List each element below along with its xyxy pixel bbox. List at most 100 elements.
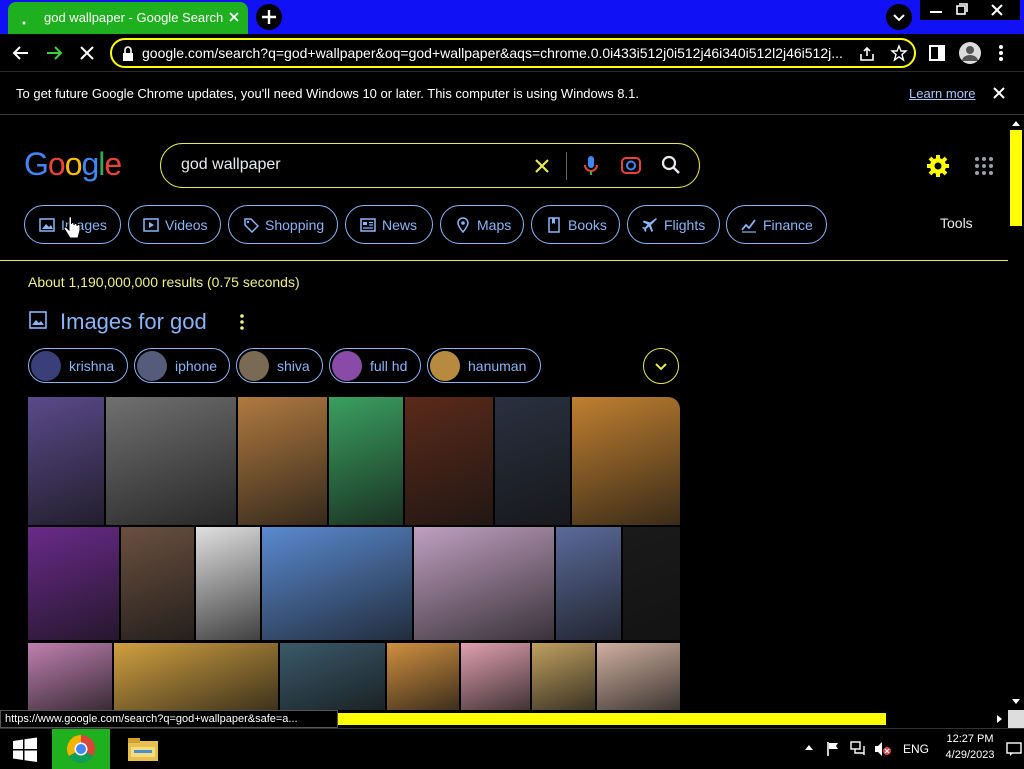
new-tab-button[interactable] <box>256 4 282 30</box>
kebab-menu-icon[interactable] <box>236 312 248 332</box>
profile-button[interactable] <box>958 41 982 65</box>
chip-label: Flights <box>664 217 706 233</box>
chip-shopping[interactable]: Shopping <box>228 205 338 244</box>
star-icon[interactable] <box>890 44 908 62</box>
image-thumbnail[interactable] <box>495 397 570 525</box>
filter-thumbnail <box>239 351 269 381</box>
image-thumbnail[interactable] <box>532 643 595 710</box>
scroll-down-arrow-icon[interactable] <box>1010 697 1022 707</box>
image-thumbnail[interactable] <box>28 527 119 640</box>
share-icon[interactable] <box>858 45 876 63</box>
side-panel-button[interactable] <box>928 44 946 62</box>
image-thumbnail[interactable] <box>238 397 327 525</box>
image-thumbnail[interactable] <box>114 643 278 710</box>
image-icon <box>39 218 55 232</box>
camera-lens-icon[interactable] <box>620 155 642 175</box>
taskbar-chrome-button[interactable] <box>52 729 110 769</box>
microphone-icon[interactable] <box>583 155 599 177</box>
results-stats: About 1,190,000,000 results (0.75 second… <box>28 274 300 290</box>
learn-more-link[interactable]: Learn more <box>909 86 975 101</box>
filter-thumbnail <box>31 351 61 381</box>
notifications-icon[interactable] <box>1006 741 1022 757</box>
chip-videos[interactable]: Videos <box>128 205 221 244</box>
image-thumbnail[interactable] <box>461 643 530 710</box>
filter-full-hd[interactable]: full hd <box>329 348 421 383</box>
image-thumbnail[interactable] <box>121 527 194 640</box>
filter-label: full hd <box>370 358 408 374</box>
clock-date[interactable]: 4/29/2023 <box>942 749 998 761</box>
google-logo[interactable]: Google <box>24 146 122 183</box>
image-thumbnail[interactable] <box>28 643 112 710</box>
close-tab-icon[interactable] <box>226 9 242 25</box>
close-icon[interactable] <box>991 85 1007 101</box>
lock-icon <box>123 46 133 61</box>
file-explorer-icon[interactable] <box>126 735 160 763</box>
image-thumbnail[interactable] <box>387 643 459 710</box>
chip-flights[interactable]: Flights <box>627 205 720 244</box>
filter-shiva[interactable]: shiva <box>236 348 323 383</box>
vertical-scroll-thumb[interactable] <box>1010 130 1022 226</box>
gear-icon <box>927 155 949 177</box>
filter-thumbnail <box>430 351 460 381</box>
settings-button[interactable] <box>926 154 950 178</box>
image-thumbnail[interactable] <box>405 397 493 525</box>
forward-button[interactable] <box>43 42 65 64</box>
chip-books[interactable]: Books <box>531 205 620 244</box>
clock-time[interactable]: 12:27 PM <box>944 733 996 745</box>
chip-news[interactable]: News <box>345 205 433 244</box>
image-thumbnail[interactable] <box>262 527 412 640</box>
image-thumbnail[interactable] <box>329 397 403 525</box>
search-icon[interactable] <box>661 155 681 175</box>
network-icon[interactable] <box>850 741 868 757</box>
video-icon <box>143 218 159 232</box>
filter-krishna[interactable]: krishna <box>28 348 128 383</box>
avatar-icon <box>959 42 981 64</box>
tools-button[interactable]: Tools <box>940 215 973 231</box>
image-thumbnail[interactable] <box>572 397 680 525</box>
chip-label: Finance <box>763 217 813 233</box>
address-bar[interactable]: google.com/search?q=god+wallpaper&oq=god… <box>110 38 916 68</box>
google-apps-button[interactable] <box>974 156 994 176</box>
book-icon <box>548 217 560 233</box>
filter-iphone[interactable]: iphone <box>134 348 230 383</box>
divider <box>566 152 567 180</box>
filter-hanuman[interactable]: hanuman <box>427 348 541 383</box>
chip-maps[interactable]: Maps <box>440 205 524 244</box>
image-thumbnail[interactable] <box>106 397 236 525</box>
image-thumbnail[interactable] <box>28 397 104 525</box>
pin-icon <box>457 217 469 233</box>
browser-menu-button[interactable] <box>993 42 1009 64</box>
image-thumbnail[interactable] <box>597 643 680 710</box>
window-close-button[interactable] <box>974 0 1020 20</box>
loading-icon <box>22 21 26 25</box>
image-thumbnail[interactable] <box>623 527 680 640</box>
tab-search-button[interactable] <box>886 4 912 30</box>
windows-start-icon[interactable] <box>12 737 38 763</box>
chip-finance[interactable]: Finance <box>726 205 827 244</box>
image-thumbnail[interactable] <box>280 643 385 710</box>
expand-filters-button[interactable] <box>643 348 679 384</box>
volume-muted-icon[interactable] <box>874 741 892 757</box>
taskbar: ENG 12:27 PM 4/29/2023 <box>0 728 1024 769</box>
scroll-up-arrow-icon[interactable] <box>1010 118 1022 128</box>
chevron-up-icon[interactable] <box>804 743 814 753</box>
browser-tab[interactable]: god wallpaper - Google Search <box>8 2 248 34</box>
filter-label: krishna <box>69 358 115 374</box>
clear-icon[interactable] <box>533 157 551 175</box>
finance-icon <box>741 219 756 233</box>
horizontal-scroll-thumb[interactable] <box>338 713 886 725</box>
image-thumbnail[interactable] <box>556 527 621 640</box>
flag-icon[interactable] <box>826 741 840 757</box>
image-thumbnail[interactable] <box>414 527 554 640</box>
back-button[interactable] <box>10 42 32 64</box>
search-box[interactable]: god wallpaper <box>160 143 700 188</box>
stop-button[interactable] <box>76 42 98 64</box>
chrome-icon <box>67 735 95 763</box>
newspaper-icon <box>360 218 376 232</box>
status-bubble: https://www.google.com/search?q=god+wall… <box>0 710 338 728</box>
arrow-right-icon <box>47 46 63 60</box>
scroll-right-arrow-icon[interactable] <box>994 713 1004 725</box>
language-indicator[interactable]: ENG <box>903 742 929 756</box>
image-thumbnail[interactable] <box>196 527 260 640</box>
images-heading[interactable]: Images for god <box>60 309 207 335</box>
